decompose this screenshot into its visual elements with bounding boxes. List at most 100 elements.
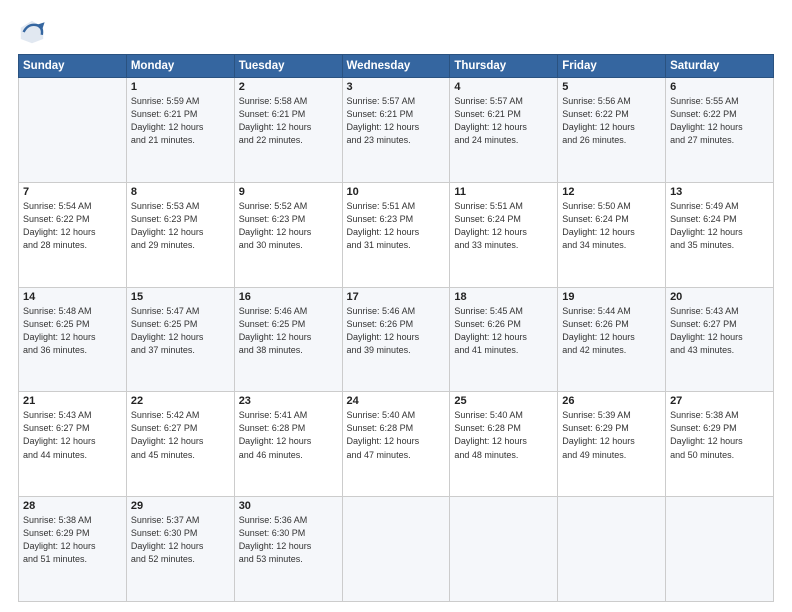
day-number: 13 <box>670 186 769 198</box>
day-number: 19 <box>562 291 661 303</box>
day-info: Sunrise: 5:36 AM Sunset: 6:30 PM Dayligh… <box>239 514 338 566</box>
calendar-cell: 20 Sunrise: 5:43 AM Sunset: 6:27 PM Dayli… <box>666 287 774 392</box>
header <box>18 18 774 46</box>
day-number: 3 <box>347 81 446 93</box>
day-info: Sunrise: 5:43 AM Sunset: 6:27 PM Dayligh… <box>670 305 769 357</box>
day-number: 1 <box>131 81 230 93</box>
day-info: Sunrise: 5:51 AM Sunset: 6:24 PM Dayligh… <box>454 200 553 252</box>
day-info: Sunrise: 5:58 AM Sunset: 6:21 PM Dayligh… <box>239 95 338 147</box>
day-number: 4 <box>454 81 553 93</box>
day-number: 20 <box>670 291 769 303</box>
calendar-cell: 18 Sunrise: 5:45 AM Sunset: 6:26 PM Dayli… <box>450 287 558 392</box>
day-number: 12 <box>562 186 661 198</box>
calendar-cell: 25Sunrise: 5:40 AM Sunset: 6:28 PM Dayli… <box>450 392 558 497</box>
day-info: Sunrise: 5:39 AM Sunset: 6:29 PM Dayligh… <box>562 409 661 461</box>
day-number: 21 <box>23 395 122 407</box>
day-info: Sunrise: 5:46 AM Sunset: 6:26 PM Dayligh… <box>347 305 446 357</box>
calendar-cell: 22Sunrise: 5:42 AM Sunset: 6:27 PM Dayli… <box>126 392 234 497</box>
day-number: 6 <box>670 81 769 93</box>
calendar-cell: 27Sunrise: 5:38 AM Sunset: 6:29 PM Dayli… <box>666 392 774 497</box>
day-number: 2 <box>239 81 338 93</box>
weekday-header: Wednesday <box>342 55 450 78</box>
calendar-cell: 13Sunrise: 5:49 AM Sunset: 6:24 PM Dayli… <box>666 182 774 287</box>
weekday-header: Saturday <box>666 55 774 78</box>
weekday-header: Friday <box>558 55 666 78</box>
day-number: 5 <box>562 81 661 93</box>
calendar-cell: 24 Sunrise: 5:40 AM Sunset: 6:28 PM Dayli… <box>342 392 450 497</box>
page: SundayMondayTuesdayWednesdayThursdayFrid… <box>0 0 792 612</box>
calendar-cell: 17 Sunrise: 5:46 AM Sunset: 6:26 PM Dayli… <box>342 287 450 392</box>
day-info: Sunrise: 5:41 AM Sunset: 6:28 PM Dayligh… <box>239 409 338 461</box>
day-info: Sunrise: 5:52 AM Sunset: 6:23 PM Dayligh… <box>239 200 338 252</box>
calendar-week-row: 28 Sunrise: 5:38 AM Sunset: 6:29 PM Dayli… <box>19 497 774 602</box>
day-info: Sunrise: 5:44 AM Sunset: 6:26 PM Dayligh… <box>562 305 661 357</box>
calendar-cell <box>558 497 666 602</box>
calendar-cell: 6 Sunrise: 5:55 AM Sunset: 6:22 PM Daylig… <box>666 78 774 183</box>
calendar-cell <box>450 497 558 602</box>
day-number: 15 <box>131 291 230 303</box>
day-number: 18 <box>454 291 553 303</box>
day-info: Sunrise: 5:57 AM Sunset: 6:21 PM Dayligh… <box>454 95 553 147</box>
day-info: Sunrise: 5:37 AM Sunset: 6:30 PM Dayligh… <box>131 514 230 566</box>
weekday-header-row: SundayMondayTuesdayWednesdayThursdayFrid… <box>19 55 774 78</box>
weekday-header: Thursday <box>450 55 558 78</box>
calendar-cell: 2 Sunrise: 5:58 AM Sunset: 6:21 PM Daylig… <box>234 78 342 183</box>
calendar-cell: 11 Sunrise: 5:51 AM Sunset: 6:24 PM Dayli… <box>450 182 558 287</box>
calendar-cell: 28 Sunrise: 5:38 AM Sunset: 6:29 PM Dayli… <box>19 497 127 602</box>
day-info: Sunrise: 5:43 AM Sunset: 6:27 PM Dayligh… <box>23 409 122 461</box>
calendar-cell: 19 Sunrise: 5:44 AM Sunset: 6:26 PM Dayli… <box>558 287 666 392</box>
weekday-header: Monday <box>126 55 234 78</box>
day-info: Sunrise: 5:45 AM Sunset: 6:26 PM Dayligh… <box>454 305 553 357</box>
calendar-cell <box>342 497 450 602</box>
calendar-cell: 16 Sunrise: 5:46 AM Sunset: 6:25 PM Dayli… <box>234 287 342 392</box>
calendar-cell: 9 Sunrise: 5:52 AM Sunset: 6:23 PM Daylig… <box>234 182 342 287</box>
day-number: 9 <box>239 186 338 198</box>
day-info: Sunrise: 5:50 AM Sunset: 6:24 PM Dayligh… <box>562 200 661 252</box>
calendar-cell: 30 Sunrise: 5:36 AM Sunset: 6:30 PM Dayli… <box>234 497 342 602</box>
day-info: Sunrise: 5:40 AM Sunset: 6:28 PM Dayligh… <box>347 409 446 461</box>
day-info: Sunrise: 5:48 AM Sunset: 6:25 PM Dayligh… <box>23 305 122 357</box>
day-info: Sunrise: 5:42 AM Sunset: 6:27 PM Dayligh… <box>131 409 230 461</box>
calendar-cell: 14 Sunrise: 5:48 AM Sunset: 6:25 PM Dayli… <box>19 287 127 392</box>
day-number: 28 <box>23 500 122 512</box>
calendar-cell: 12 Sunrise: 5:50 AM Sunset: 6:24 PM Dayli… <box>558 182 666 287</box>
calendar-cell: 26 Sunrise: 5:39 AM Sunset: 6:29 PM Dayli… <box>558 392 666 497</box>
calendar-table: SundayMondayTuesdayWednesdayThursdayFrid… <box>18 54 774 602</box>
day-number: 8 <box>131 186 230 198</box>
day-info: Sunrise: 5:55 AM Sunset: 6:22 PM Dayligh… <box>670 95 769 147</box>
day-number: 26 <box>562 395 661 407</box>
day-info: Sunrise: 5:46 AM Sunset: 6:25 PM Dayligh… <box>239 305 338 357</box>
calendar-cell: 21 Sunrise: 5:43 AM Sunset: 6:27 PM Dayli… <box>19 392 127 497</box>
calendar-cell: 3Sunrise: 5:57 AM Sunset: 6:21 PM Daylig… <box>342 78 450 183</box>
calendar-cell: 23 Sunrise: 5:41 AM Sunset: 6:28 PM Dayli… <box>234 392 342 497</box>
day-info: Sunrise: 5:59 AM Sunset: 6:21 PM Dayligh… <box>131 95 230 147</box>
day-info: Sunrise: 5:53 AM Sunset: 6:23 PM Dayligh… <box>131 200 230 252</box>
day-number: 14 <box>23 291 122 303</box>
day-number: 11 <box>454 186 553 198</box>
day-info: Sunrise: 5:56 AM Sunset: 6:22 PM Dayligh… <box>562 95 661 147</box>
day-number: 30 <box>239 500 338 512</box>
day-number: 29 <box>131 500 230 512</box>
day-number: 24 <box>347 395 446 407</box>
calendar-week-row: 21 Sunrise: 5:43 AM Sunset: 6:27 PM Dayli… <box>19 392 774 497</box>
day-number: 7 <box>23 186 122 198</box>
weekday-header: Tuesday <box>234 55 342 78</box>
calendar-week-row: 14 Sunrise: 5:48 AM Sunset: 6:25 PM Dayli… <box>19 287 774 392</box>
day-number: 25 <box>454 395 553 407</box>
calendar-cell: 10Sunrise: 5:51 AM Sunset: 6:23 PM Dayli… <box>342 182 450 287</box>
day-number: 23 <box>239 395 338 407</box>
calendar-week-row: 1 Sunrise: 5:59 AM Sunset: 6:21 PM Daylig… <box>19 78 774 183</box>
calendar-cell: 4 Sunrise: 5:57 AM Sunset: 6:21 PM Daylig… <box>450 78 558 183</box>
day-number: 16 <box>239 291 338 303</box>
calendar-cell: 1 Sunrise: 5:59 AM Sunset: 6:21 PM Daylig… <box>126 78 234 183</box>
logo-icon <box>18 18 46 46</box>
day-info: Sunrise: 5:38 AM Sunset: 6:29 PM Dayligh… <box>23 514 122 566</box>
day-number: 17 <box>347 291 446 303</box>
calendar-cell: 7 Sunrise: 5:54 AM Sunset: 6:22 PM Daylig… <box>19 182 127 287</box>
day-number: 10 <box>347 186 446 198</box>
calendar-week-row: 7 Sunrise: 5:54 AM Sunset: 6:22 PM Daylig… <box>19 182 774 287</box>
day-info: Sunrise: 5:54 AM Sunset: 6:22 PM Dayligh… <box>23 200 122 252</box>
calendar-cell: 15Sunrise: 5:47 AM Sunset: 6:25 PM Dayli… <box>126 287 234 392</box>
weekday-header: Sunday <box>19 55 127 78</box>
calendar-cell <box>666 497 774 602</box>
